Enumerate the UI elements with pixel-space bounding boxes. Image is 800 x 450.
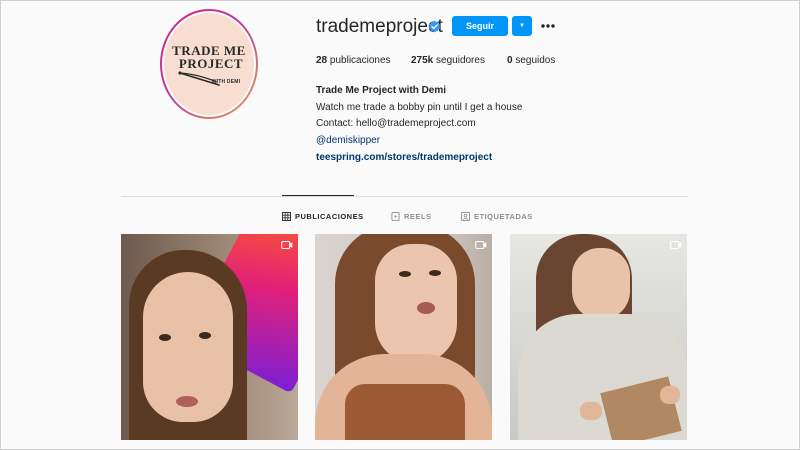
follow-dropdown-button[interactable]: ▼	[512, 16, 532, 36]
avatar-logo: TRADE ME PROJECT WITH DEMI	[162, 11, 256, 117]
posts-label: publicaciones	[329, 55, 391, 66]
profile-avatar[interactable]: TRADE ME PROJECT WITH DEMI	[160, 9, 258, 119]
followers-stat[interactable]: 275k seguidores	[411, 55, 485, 66]
active-tab-indicator	[282, 195, 354, 196]
follow-button[interactable]: Seguir	[452, 16, 508, 36]
avatar-logo-line1: TRADE ME	[172, 42, 246, 58]
bio-website-link[interactable]: teespring.com/stores/trademeproject	[316, 152, 492, 163]
following-count: 0	[507, 55, 513, 66]
post-thumbnail[interactable]	[510, 234, 687, 440]
followers-label: seguidores	[436, 55, 485, 66]
tabs-divider	[121, 196, 688, 197]
tab-etiquetadas[interactable]: ETIQUETADAS	[461, 210, 533, 222]
tab-label: REELS	[404, 211, 432, 221]
bio-mention-link[interactable]: @demiskipper	[316, 135, 380, 146]
bio-name: Trade Me Project with Demi	[316, 85, 447, 96]
more-options-icon[interactable]	[540, 20, 556, 32]
profile-username: trademeproject	[316, 16, 443, 37]
post-thumbnail[interactable]	[121, 234, 298, 440]
tagged-icon	[461, 211, 470, 221]
chevron-down-icon: ▼	[519, 23, 525, 29]
posts-count-stat: 28 publicaciones	[316, 55, 391, 66]
reel-icon	[670, 240, 682, 250]
bio-line: Watch me trade a bobby pin until I get a…	[316, 102, 523, 113]
face-shape	[572, 248, 630, 320]
grid-icon	[282, 211, 291, 221]
top-shape	[345, 384, 465, 440]
avatar-logo-line3: WITH DEMI	[211, 78, 241, 85]
reel-icon	[475, 240, 487, 250]
tab-reels[interactable]: REELS	[391, 210, 432, 222]
post-thumbnail[interactable]	[315, 234, 492, 440]
posts-count: 28	[316, 55, 328, 66]
reels-icon	[391, 211, 400, 221]
verified-badge-icon	[428, 20, 441, 33]
tab-label: ETIQUETADAS	[474, 211, 533, 221]
avatar-logo-line2: PROJECT	[178, 55, 244, 71]
followers-count: 275k	[411, 55, 434, 66]
face-shape	[375, 244, 457, 364]
tab-publicaciones[interactable]: PUBLICACIONES	[282, 210, 364, 222]
following-stat[interactable]: 0 seguidos	[507, 55, 555, 66]
following-label: seguidos	[515, 55, 556, 66]
tab-label: PUBLICACIONES	[295, 211, 364, 221]
reel-icon	[281, 240, 293, 250]
bio-contact: Contact: hello@trademeproject.com	[316, 118, 476, 129]
